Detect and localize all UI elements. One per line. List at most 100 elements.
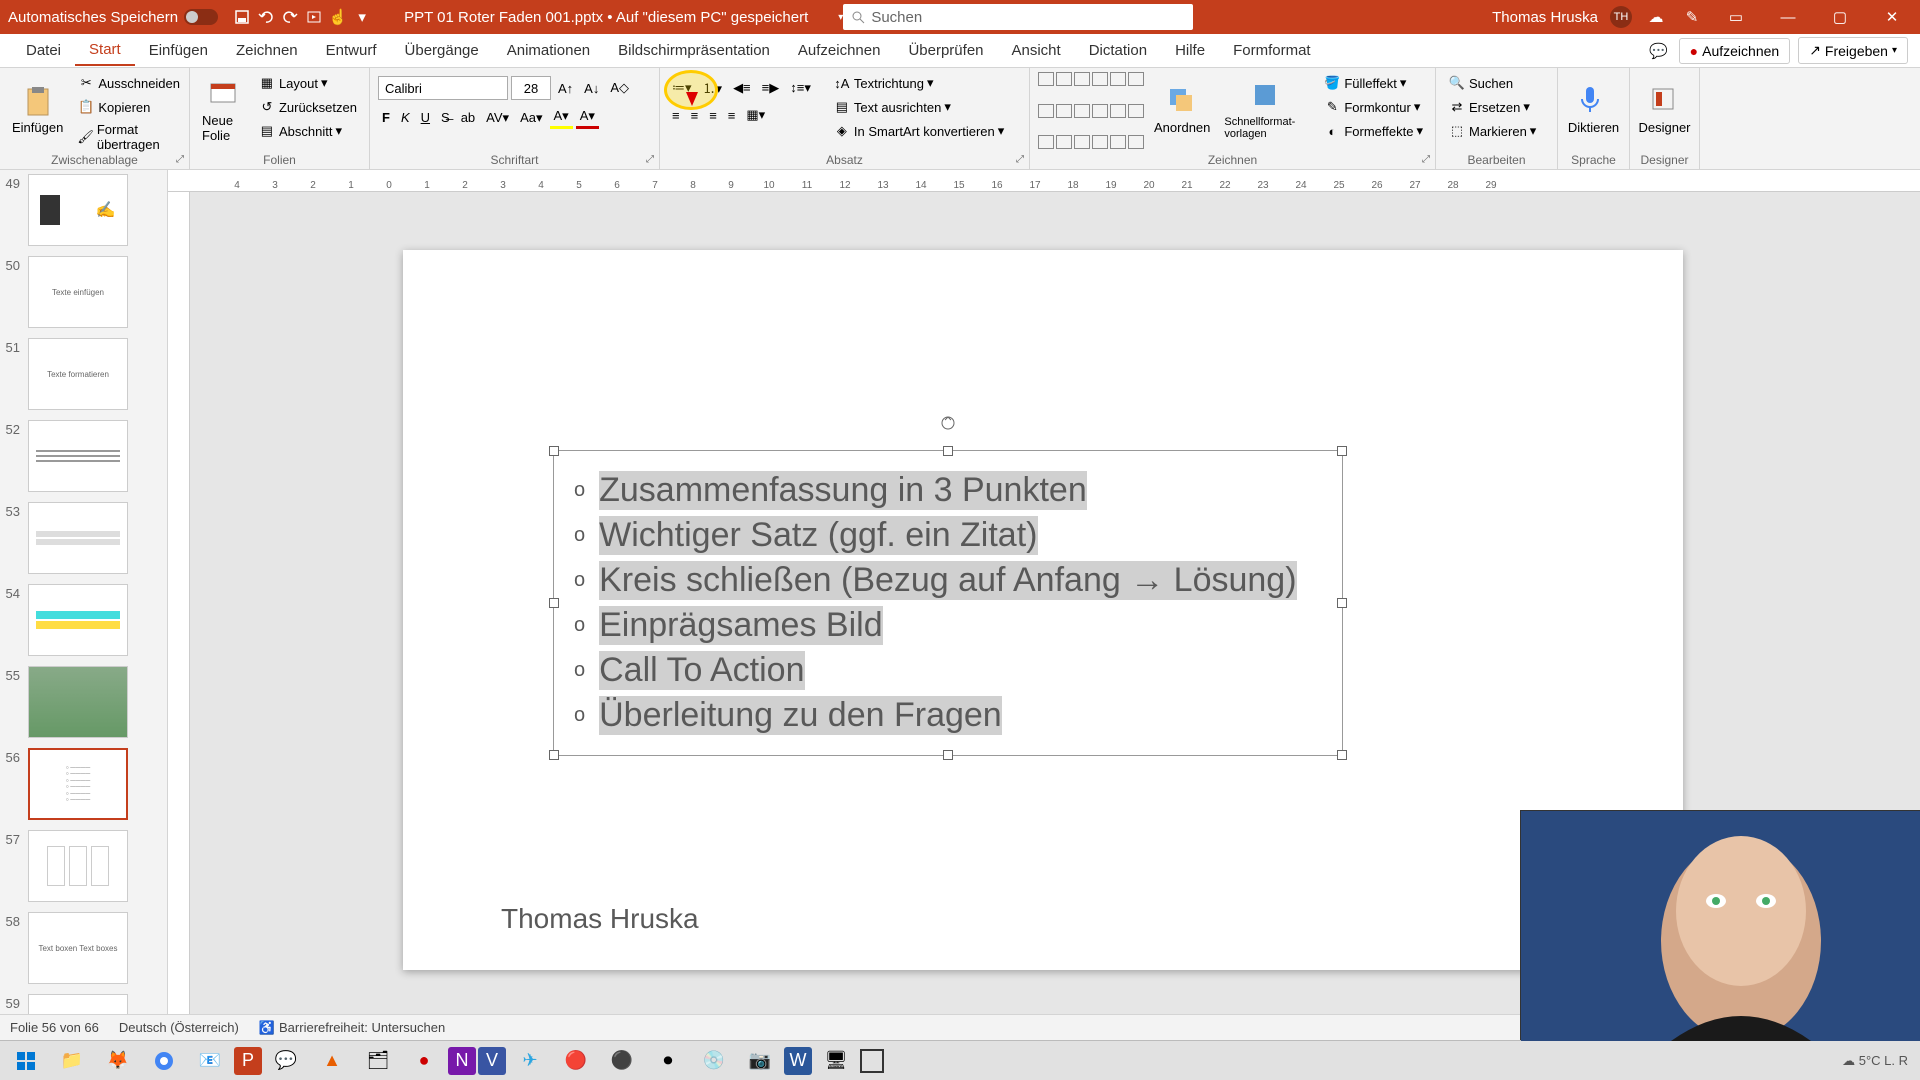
tab-ueberpruefen[interactable]: Überprüfen — [894, 36, 997, 65]
case-button[interactable]: Aa▾ — [516, 108, 546, 128]
save-icon[interactable] — [230, 5, 254, 29]
obs-icon[interactable]: ⚫ — [600, 1043, 644, 1079]
avatar[interactable]: TH — [1610, 6, 1632, 28]
undo-icon[interactable] — [254, 5, 278, 29]
thumb-49[interactable]: ✍ — [28, 174, 128, 246]
app-icon[interactable]: 🔴 — [554, 1043, 598, 1079]
bullet-text[interactable]: Kreis schließen (Bezug auf Anfang → Lösu… — [599, 561, 1296, 600]
comments-icon[interactable]: 💬 — [1647, 39, 1671, 63]
copy-button[interactable]: 📋Kopieren — [73, 96, 184, 118]
from-beginning-icon[interactable] — [302, 5, 326, 29]
underline-button[interactable]: U — [417, 108, 434, 127]
file-explorer-icon[interactable]: 📁 — [50, 1043, 94, 1079]
chrome-icon[interactable] — [142, 1043, 186, 1079]
share-button[interactable]: ↗Freigeben▾ — [1798, 37, 1908, 64]
resize-handle[interactable] — [1337, 446, 1347, 456]
paste-button[interactable]: Einfügen — [8, 72, 67, 148]
tab-uebergaenge[interactable]: Übergänge — [391, 36, 493, 65]
outlook-icon[interactable]: 📧 — [188, 1043, 232, 1079]
font-color-button[interactable]: A▾ — [576, 106, 599, 129]
qat-dropdown-icon[interactable]: ▾ — [350, 5, 374, 29]
reset-button[interactable]: ↺Zurücksetzen — [254, 96, 361, 118]
shadow-button[interactable]: ab — [457, 108, 479, 127]
tab-entwurf[interactable]: Entwurf — [312, 36, 391, 65]
record-button[interactable]: ●Aufzeichnen — [1679, 38, 1791, 64]
smartart-button[interactable]: ◈In SmartArt konvertieren ▾ — [829, 120, 1008, 142]
decrease-font-icon[interactable]: A↓ — [580, 79, 603, 98]
align-text-button[interactable]: ▤Text ausrichten ▾ — [829, 96, 1008, 118]
powerpoint-icon[interactable]: P — [234, 1047, 262, 1075]
telegram-icon[interactable]: ✈ — [508, 1043, 552, 1079]
clipboard-launcher-icon[interactable]: ⤢ — [174, 154, 186, 166]
app-icon[interactable]: 💬 — [264, 1043, 308, 1079]
shape-outline-button[interactable]: ✎Formkontur ▾ — [1319, 96, 1427, 118]
font-name-combo[interactable] — [378, 76, 508, 100]
layout-button[interactable]: ▦Layout ▾ — [254, 72, 361, 94]
minimize-icon[interactable]: — — [1768, 5, 1808, 29]
columns-icon[interactable]: ▦▾ — [742, 105, 769, 125]
app-icon[interactable]: ● — [402, 1043, 446, 1079]
slide-canvas[interactable]: Zusammenfassung in 3 Punkten Wichtiger S… — [403, 250, 1683, 970]
app-icon[interactable]: ⏺ — [646, 1043, 690, 1079]
font-launcher-icon[interactable]: ⤢ — [644, 154, 656, 166]
new-slide-button[interactable]: Neue Folie — [198, 72, 248, 148]
start-button[interactable] — [4, 1043, 48, 1079]
tab-formformat[interactable]: Formformat — [1219, 36, 1325, 65]
resize-handle[interactable] — [1337, 750, 1347, 760]
shapes-gallery[interactable] — [1038, 72, 1144, 165]
cloud-icon[interactable]: ☁ — [1644, 5, 1668, 29]
thumb-56[interactable]: ○ ————○ ————○ ————○ ————○ ————○ ———— — [28, 748, 128, 820]
increase-indent-icon[interactable]: ≡▶ — [758, 78, 784, 98]
touch-mode-icon[interactable]: ☝ — [326, 5, 350, 29]
strikethrough-button[interactable]: S̶ — [437, 108, 454, 127]
tab-hilfe[interactable]: Hilfe — [1161, 36, 1219, 65]
app-icon[interactable]: 📷 — [738, 1043, 782, 1079]
tab-datei[interactable]: Datei — [12, 36, 75, 65]
thumb-52[interactable] — [28, 420, 128, 492]
resize-handle[interactable] — [943, 446, 953, 456]
increase-font-icon[interactable]: A↑ — [554, 79, 577, 98]
search-input[interactable]: Suchen — [843, 4, 1193, 30]
select-button[interactable]: ⬚Markieren ▾ — [1444, 120, 1549, 142]
highlight-button[interactable]: A▾ — [550, 106, 573, 129]
text-direction-button[interactable]: ↕ATextrichtung ▾ — [829, 72, 1008, 94]
bullet-text[interactable]: Zusammenfassung in 3 Punkten — [599, 471, 1087, 510]
format-painter-button[interactable]: 🖌Format übertragen — [73, 120, 184, 154]
shape-effects-button[interactable]: ◐Formeffekte ▾ — [1319, 120, 1427, 142]
thumb-53[interactable] — [28, 502, 128, 574]
redo-icon[interactable] — [278, 5, 302, 29]
user-name[interactable]: Thomas Hruska — [1492, 9, 1598, 26]
spacing-button[interactable]: AV▾ — [482, 108, 513, 128]
ribbon-display-icon[interactable]: ▭ — [1716, 5, 1756, 29]
thumb-51[interactable]: Texte formatieren — [28, 338, 128, 410]
app-icon[interactable] — [860, 1049, 884, 1073]
paragraph-launcher-icon[interactable]: ⤢ — [1014, 154, 1026, 166]
find-button[interactable]: 🔍Suchen — [1444, 72, 1549, 94]
decrease-indent-icon[interactable]: ◀≡ — [729, 78, 755, 98]
language-status[interactable]: Deutsch (Österreich) — [119, 1020, 239, 1035]
thumb-58[interactable]: Text boxen Text boxes — [28, 912, 128, 984]
justify-icon[interactable]: ≡ — [724, 106, 740, 125]
thumb-57[interactable] — [28, 830, 128, 902]
rotate-handle[interactable] — [940, 415, 956, 431]
thumb-55[interactable] — [28, 666, 128, 738]
shape-fill-button[interactable]: 🪣Fülleffekt ▾ — [1319, 72, 1427, 94]
autosave-toggle[interactable] — [184, 9, 218, 25]
tab-einfuegen[interactable]: Einfügen — [135, 36, 222, 65]
arrange-button[interactable]: Anordnen — [1150, 72, 1214, 148]
resize-handle[interactable] — [549, 750, 559, 760]
word-icon[interactable]: W — [784, 1047, 812, 1075]
bullet-text[interactable]: Einprägsames Bild — [599, 606, 882, 645]
app-icon[interactable]: 🖥 — [814, 1043, 858, 1079]
resize-handle[interactable] — [549, 446, 559, 456]
thumb-50[interactable]: Texte einfügen — [28, 256, 128, 328]
weather-widget[interactable]: ☁ 5°C L. R — [1842, 1053, 1908, 1069]
thumb-54[interactable] — [28, 584, 128, 656]
bold-button[interactable]: F — [378, 108, 394, 127]
thumbnail-panel[interactable]: 49✍ 50Texte einfügen 51Texte formatieren… — [0, 170, 168, 1014]
onenote-icon[interactable]: N — [448, 1047, 476, 1075]
font-size-combo[interactable] — [511, 76, 551, 100]
vlc-icon[interactable]: ▲ — [310, 1043, 354, 1079]
tab-start[interactable]: Start — [75, 35, 135, 66]
close-icon[interactable]: ✕ — [1872, 5, 1912, 29]
